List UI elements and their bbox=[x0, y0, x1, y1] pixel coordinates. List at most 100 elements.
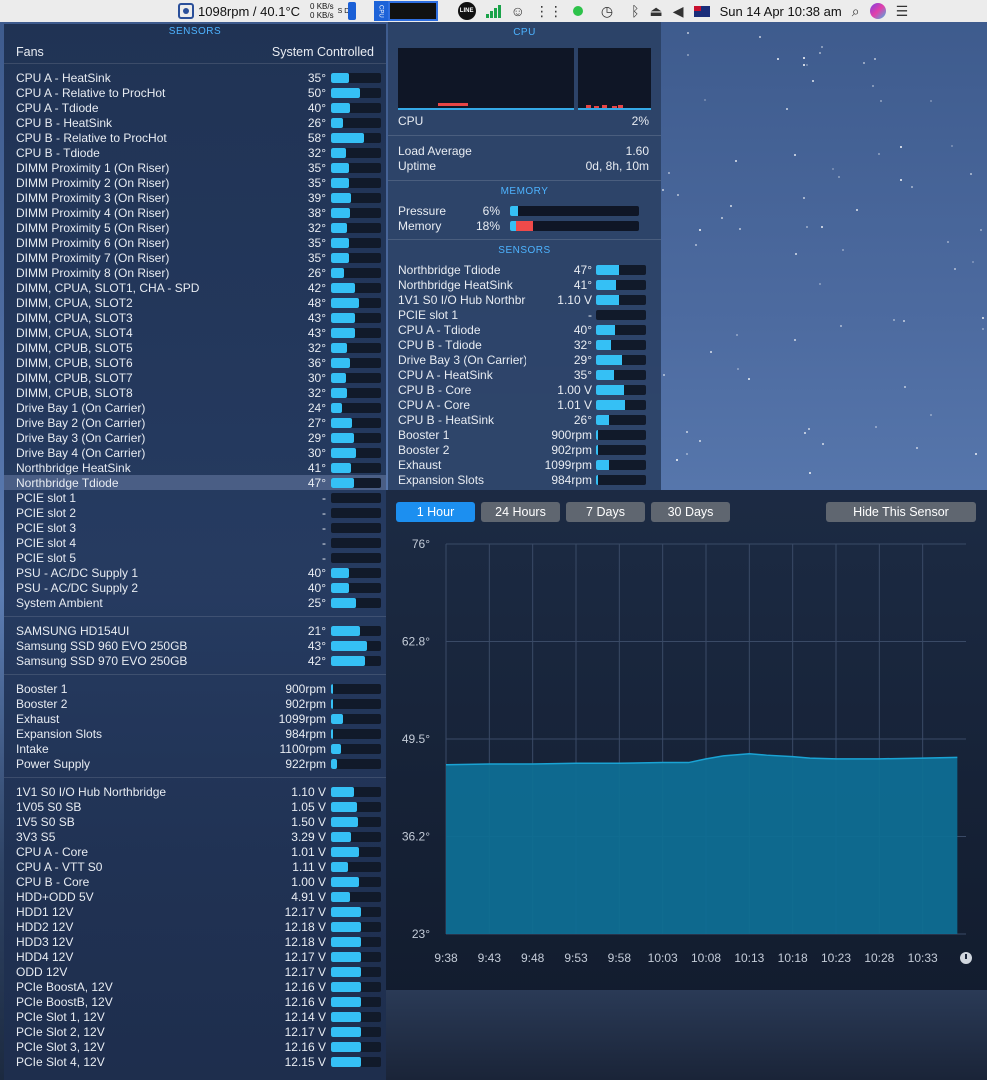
sensor-row[interactable]: System Ambient 25° bbox=[4, 595, 386, 610]
sensor-row[interactable]: PCIe BoostB, 12V 12.16 V bbox=[4, 994, 386, 1009]
sensor-row[interactable]: DIMM Proximity 3 (On Riser) 39° bbox=[4, 190, 386, 205]
sensor-row[interactable]: CPU A - Tdiode 40° bbox=[4, 100, 386, 115]
sensor-row[interactable]: PCIE slot 3 - bbox=[4, 520, 386, 535]
mini-sensor-row[interactable]: Expansion Slots 984rpm bbox=[388, 472, 661, 487]
mini-sensor-row[interactable]: CPU A - HeatSink 35° bbox=[388, 367, 661, 382]
status-dot-item[interactable] bbox=[572, 6, 583, 16]
sensor-row[interactable]: Drive Bay 3 (On Carrier) 29° bbox=[4, 430, 386, 445]
sensor-row[interactable]: Booster 2 902rpm bbox=[4, 696, 386, 711]
grip-icon[interactable]: ⋮⋮ bbox=[535, 3, 563, 20]
sensor-row[interactable]: CPU A - Relative to ProcHot 50° bbox=[4, 85, 386, 100]
sensor-row[interactable]: Northbridge Tdiode 47° bbox=[4, 475, 386, 490]
mini-sensor-row[interactable]: 1V1 S0 I/O Hub Northbridge 1.10 V bbox=[388, 292, 661, 307]
sensor-row[interactable]: SAMSUNG HD154UI 21° bbox=[4, 623, 386, 638]
sensor-row[interactable]: PSU - AC/DC Supply 1 40° bbox=[4, 565, 386, 580]
sensor-row[interactable]: DIMM, CPUB, SLOT5 32° bbox=[4, 340, 386, 355]
mini-sensor-row[interactable]: Booster 2 902rpm bbox=[388, 442, 661, 457]
sensor-row[interactable]: DIMM Proximity 1 (On Riser) 35° bbox=[4, 160, 386, 175]
clock-item[interactable]: Sun 14 Apr 10:38 am bbox=[720, 4, 842, 19]
sensor-row[interactable]: CPU B - Core 1.00 V bbox=[4, 874, 386, 889]
sensor-row[interactable]: CPU A - HeatSink 35° bbox=[4, 70, 386, 85]
sensor-row[interactable]: DIMM Proximity 2 (On Riser) 35° bbox=[4, 175, 386, 190]
search-icon[interactable]: ⌕ bbox=[852, 3, 860, 20]
sensor-row[interactable]: PCIE slot 1 - bbox=[4, 490, 386, 505]
sensor-row[interactable]: DIMM, CPUA, SLOT4 43° bbox=[4, 325, 386, 340]
sensor-row[interactable]: Drive Bay 2 (On Carrier) 27° bbox=[4, 415, 386, 430]
emoji-icon[interactable]: ☺ bbox=[511, 3, 525, 19]
sensor-row[interactable]: DIMM, CPUB, SLOT6 36° bbox=[4, 355, 386, 370]
signal-item[interactable] bbox=[485, 4, 501, 18]
sensor-row[interactable]: Booster 1 900rpm bbox=[4, 681, 386, 696]
mini-sensor-row[interactable]: CPU B - HeatSink 26° bbox=[388, 412, 661, 427]
sensor-row[interactable]: 3V3 S5 3.29 V bbox=[4, 829, 386, 844]
sensor-row[interactable]: PCIE slot 5 - bbox=[4, 550, 386, 565]
sensor-row[interactable]: DIMM, CPUA, SLOT3 43° bbox=[4, 310, 386, 325]
fans-mode[interactable]: System Controlled bbox=[272, 40, 374, 63]
sensor-row[interactable]: ODD 12V 12.17 V bbox=[4, 964, 386, 979]
sensor-row[interactable]: Intake 1100rpm bbox=[4, 741, 386, 756]
sensor-row[interactable]: 1V1 S0 I/O Hub Northbridge 1.10 V bbox=[4, 784, 386, 799]
cpu-status-item[interactable]: CPU bbox=[373, 1, 448, 21]
memory-title: MEMORY bbox=[500, 186, 549, 197]
sensor-row[interactable]: Expansion Slots 984rpm bbox=[4, 726, 386, 741]
eject-icon[interactable]: ⏏ bbox=[650, 3, 663, 20]
sensor-row[interactable]: DIMM Proximity 8 (On Riser) 26° bbox=[4, 265, 386, 280]
sensor-row[interactable]: CPU A - Core 1.01 V bbox=[4, 844, 386, 859]
sensor-row[interactable]: PCIE slot 2 - bbox=[4, 505, 386, 520]
mini-sensor-row[interactable]: Northbridge Tdiode 47° bbox=[388, 262, 661, 277]
sensor-row[interactable]: PSU - AC/DC Supply 2 40° bbox=[4, 580, 386, 595]
sensor-row[interactable]: Northbridge HeatSink 41° bbox=[4, 460, 386, 475]
network-status-item[interactable]: 0 KB/s 0 KB/s S D bbox=[310, 2, 364, 20]
mini-sensor-row[interactable]: CPU A - Tdiode 40° bbox=[388, 322, 661, 337]
mini-sensor-row[interactable]: CPU A - Core 1.01 V bbox=[388, 397, 661, 412]
sensor-row[interactable]: DIMM, CPUB, SLOT7 30° bbox=[4, 370, 386, 385]
mini-sensor-row[interactable]: PCIE slot 1 - bbox=[388, 307, 661, 322]
sensor-row[interactable]: HDD3 12V 12.18 V bbox=[4, 934, 386, 949]
fan-status-item[interactable]: 1098rpm / 40.1°C bbox=[178, 3, 300, 19]
mini-sensor-row[interactable]: CPU B - Core 1.00 V bbox=[388, 382, 661, 397]
input-source-item[interactable] bbox=[693, 5, 710, 17]
sensor-row[interactable]: DIMM, CPUA, SLOT1, CHA - SPD 42° bbox=[4, 280, 386, 295]
sensor-row[interactable]: 1V5 S0 SB 1.50 V bbox=[4, 814, 386, 829]
volume-icon[interactable]: ◀︎ bbox=[673, 3, 684, 20]
sensor-row[interactable]: Samsung SSD 970 EVO 250GB 42° bbox=[4, 653, 386, 668]
sensor-row[interactable]: HDD2 12V 12.18 V bbox=[4, 919, 386, 934]
mini-sensor-row[interactable]: Drive Bay 3 (On Carrier) 29° bbox=[388, 352, 661, 367]
sensor-row[interactable]: 1V05 S0 SB 1.05 V bbox=[4, 799, 386, 814]
mini-sensor-row[interactable]: CPU B - Tdiode 32° bbox=[388, 337, 661, 352]
sensor-row[interactable]: Drive Bay 4 (On Carrier) 30° bbox=[4, 445, 386, 460]
sensor-row[interactable]: Exhaust 1099rpm bbox=[4, 711, 386, 726]
mini-sensor-row[interactable]: Northbridge HeatSink 41° bbox=[388, 277, 661, 292]
sensor-row[interactable]: DIMM, CPUA, SLOT2 48° bbox=[4, 295, 386, 310]
sensor-row[interactable]: HDD+ODD 5V 4.91 V bbox=[4, 889, 386, 904]
sensor-row[interactable]: PCIe Slot 3, 12V 12.16 V bbox=[4, 1039, 386, 1054]
sensor-row[interactable]: CPU B - Relative to ProcHot 58° bbox=[4, 130, 386, 145]
sensor-row[interactable]: CPU B - Tdiode 32° bbox=[4, 145, 386, 160]
sensor-row[interactable]: DIMM Proximity 7 (On Riser) 35° bbox=[4, 250, 386, 265]
mini-sensor-row[interactable]: Booster 1 900rpm bbox=[388, 427, 661, 442]
time-machine-icon[interactable]: ◷ bbox=[601, 3, 613, 20]
sensor-row[interactable]: PCIe Slot 4, 12V 12.15 V bbox=[4, 1054, 386, 1069]
clock-icon[interactable] bbox=[960, 952, 972, 964]
sensor-row[interactable]: Samsung SSD 960 EVO 250GB 43° bbox=[4, 638, 386, 653]
sensor-row[interactable]: PCIe Slot 2, 12V 12.17 V bbox=[4, 1024, 386, 1039]
fans-header[interactable]: Fans System Controlled bbox=[4, 40, 386, 64]
sensor-row[interactable]: DIMM Proximity 6 (On Riser) 35° bbox=[4, 235, 386, 250]
sensor-row[interactable]: DIMM, CPUB, SLOT8 32° bbox=[4, 385, 386, 400]
sensor-row[interactable]: Power Supply 922rpm bbox=[4, 756, 386, 771]
line-app-item[interactable]: LINE bbox=[457, 2, 476, 20]
sensor-row[interactable]: CPU A - VTT S0 1.11 V bbox=[4, 859, 386, 874]
list-icon[interactable]: ☰ bbox=[896, 3, 909, 20]
sensor-row[interactable]: DIMM Proximity 5 (On Riser) 32° bbox=[4, 220, 386, 235]
sensor-row[interactable]: Drive Bay 1 (On Carrier) 24° bbox=[4, 400, 386, 415]
sensor-row[interactable]: CPU B - HeatSink 26° bbox=[4, 115, 386, 130]
sensor-row[interactable]: DIMM Proximity 4 (On Riser) 38° bbox=[4, 205, 386, 220]
bluetooth-icon[interactable]: ᛒ bbox=[631, 3, 639, 19]
sensor-row[interactable]: PCIe Slot 1, 12V 12.14 V bbox=[4, 1009, 386, 1024]
mini-sensor-row[interactable]: Exhaust 1099rpm bbox=[388, 457, 661, 472]
sensor-row[interactable]: PCIE slot 4 - bbox=[4, 535, 386, 550]
siri-item[interactable] bbox=[869, 3, 886, 19]
sensor-row[interactable]: PCIe BoostA, 12V 12.16 V bbox=[4, 979, 386, 994]
sensor-row[interactable]: HDD1 12V 12.17 V bbox=[4, 904, 386, 919]
sensor-row[interactable]: HDD4 12V 12.17 V bbox=[4, 949, 386, 964]
